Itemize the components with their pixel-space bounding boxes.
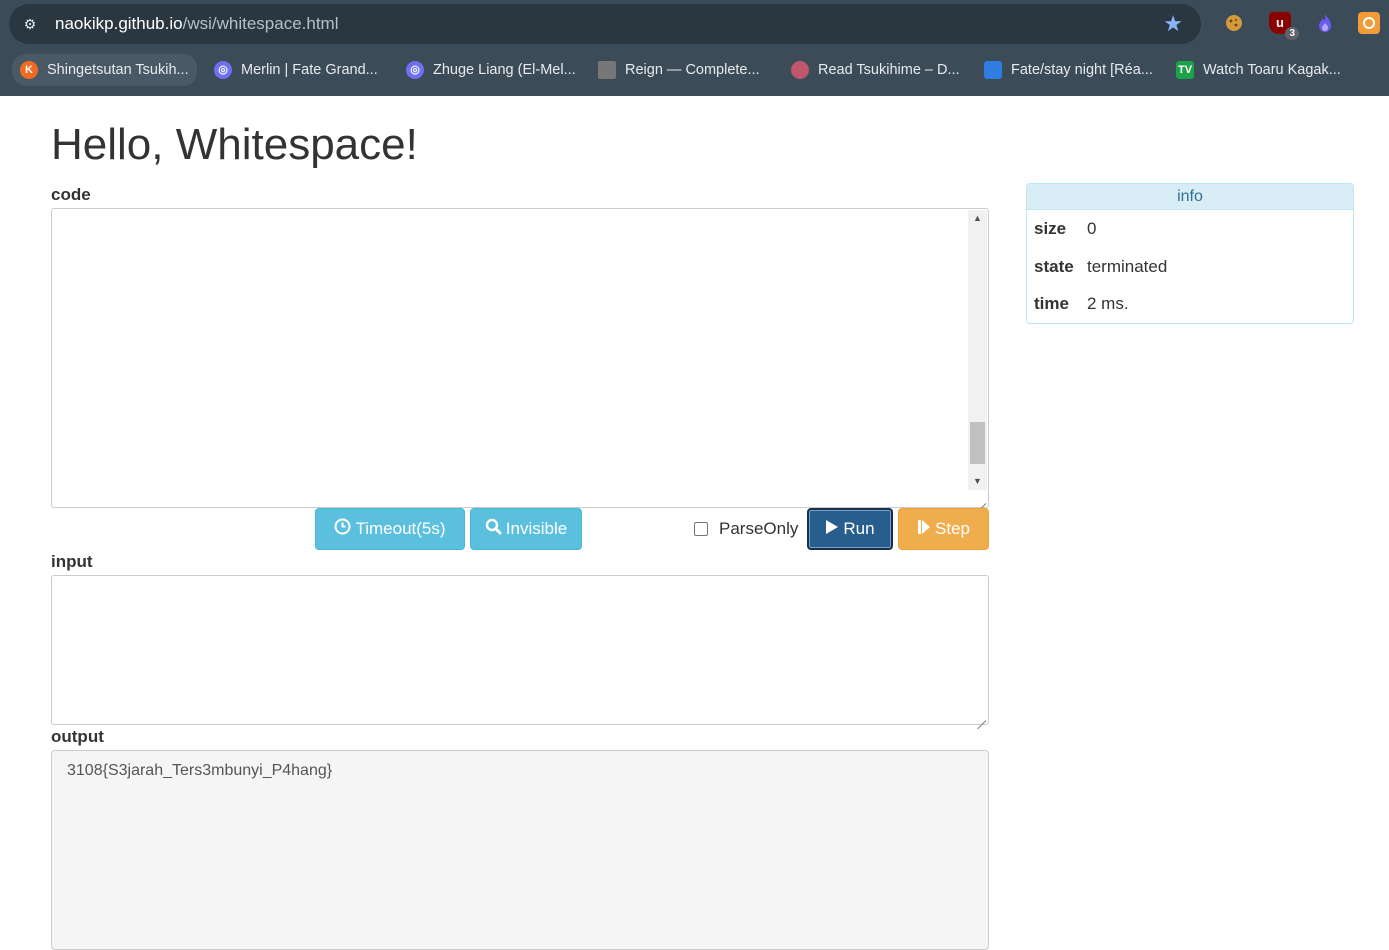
timeout-button-label: Timeout(5s): [355, 519, 446, 538]
bookmark-item[interactable]: Fate/stay night [Réa...: [976, 54, 1161, 86]
info-value: 0: [1087, 219, 1097, 238]
info-row-time: time 2 ms.: [1034, 294, 1129, 314]
bookmark-label: Read Tsukihime – D...: [818, 62, 960, 78]
resize-grip-icon[interactable]: [976, 712, 986, 722]
bookmark-favicon-icon: ◎: [406, 61, 424, 79]
invisible-button-label: Invisible: [505, 519, 568, 538]
page-title: Hello, Whitespace!: [51, 120, 418, 169]
step-button[interactable]: Step: [898, 508, 989, 550]
browser-toolbar: ⚙ naokikp.github.io/wsi/whitespace.html …: [0, 0, 1389, 96]
input-textarea[interactable]: [51, 575, 989, 725]
resize-grip-icon[interactable]: [976, 495, 986, 505]
bookmark-favicon-icon: TV: [1176, 61, 1194, 79]
output-label: output: [51, 727, 104, 746]
timeout-button[interactable]: Timeout(5s): [315, 508, 465, 550]
play-icon: [825, 519, 839, 540]
code-label: code: [51, 185, 91, 204]
bookmark-item[interactable]: ◎ Zhuge Liang (El-Mel...: [398, 54, 584, 86]
ublock-icon[interactable]: u3: [1269, 12, 1299, 40]
scroll-thumb[interactable]: [970, 422, 985, 464]
parse-only-label: ParseOnly: [719, 519, 799, 538]
parse-only-checkbox[interactable]: [694, 522, 708, 536]
bookmark-favicon-icon: [598, 61, 616, 79]
step-forward-icon: [917, 519, 931, 540]
output-box: 3108{S3jarah_Ters3mbunyi_P4hang}: [51, 750, 989, 950]
output-text: 3108{S3jarah_Ters3mbunyi_P4hang}: [67, 762, 333, 779]
info-value: 2 ms.: [1087, 294, 1129, 313]
bookmark-item[interactable]: Reign — Complete...: [590, 54, 768, 86]
url-text[interactable]: naokikp.github.io/wsi/whitespace.html: [55, 14, 338, 34]
cookie-icon[interactable]: [1223, 12, 1245, 34]
url-path: /wsi/whitespace.html: [182, 14, 339, 33]
bookmark-item[interactable]: K Shingetsutan Tsukih...: [12, 54, 197, 86]
bookmark-star-icon[interactable]: ★: [1163, 12, 1183, 36]
ublock-badge: 3: [1285, 27, 1299, 40]
bookmark-item[interactable]: ◎ Merlin | Fate Grand...: [206, 54, 386, 86]
scroll-up-icon[interactable]: ▲: [968, 210, 987, 227]
info-key: size: [1034, 219, 1067, 238]
bookmark-favicon-icon: K: [20, 61, 38, 79]
bookmark-favicon-icon: [984, 61, 1002, 79]
bookmark-favicon-icon: ◎: [214, 61, 232, 79]
scroll-down-icon[interactable]: ▼: [968, 473, 987, 490]
bookmark-item[interactable]: TV Watch Toaru Kagak...: [1168, 54, 1349, 86]
info-row-state: state terminated: [1034, 257, 1167, 277]
run-button[interactable]: Run: [807, 508, 893, 550]
bookmark-item[interactable]: Read Tsukihime – D...: [783, 54, 968, 86]
bookmark-label: Merlin | Fate Grand...: [241, 62, 378, 78]
parse-only-option[interactable]: ParseOnly: [694, 508, 798, 550]
info-key: state: [1034, 257, 1074, 276]
page-content: Hello, Whitespace! code ▲ ▼ Timeout(5s) …: [0, 96, 1389, 950]
info-row-size: size 0: [1034, 219, 1096, 239]
input-label: input: [51, 552, 93, 571]
bookmark-label: Zhuge Liang (El-Mel...: [433, 62, 576, 78]
url-host: naokikp.github.io: [55, 14, 183, 33]
bookmark-label: Fate/stay night [Réa...: [1011, 62, 1153, 78]
address-bar[interactable]: ⚙ naokikp.github.io/wsi/whitespace.html …: [9, 4, 1201, 44]
bookmark-favicon-icon: [791, 61, 809, 79]
info-key: time: [1034, 294, 1069, 313]
clock-icon: [334, 518, 351, 540]
search-icon: [485, 518, 502, 540]
bookmark-label: Shingetsutan Tsukih...: [47, 62, 189, 78]
bookmark-label: Watch Toaru Kagak...: [1203, 62, 1341, 78]
run-button-label: Run: [843, 519, 875, 538]
code-textarea[interactable]: ▲ ▼: [51, 208, 989, 508]
step-button-label: Step: [935, 519, 970, 538]
invisible-button[interactable]: Invisible: [470, 508, 582, 550]
site-settings-icon[interactable]: ⚙: [21, 15, 39, 33]
info-panel: info size 0 state terminated time 2 ms.: [1026, 183, 1354, 324]
code-scrollbar[interactable]: ▲ ▼: [968, 210, 987, 490]
info-value: terminated: [1087, 257, 1168, 276]
info-panel-heading: info: [1027, 184, 1353, 210]
bookmark-label: Reign — Complete...: [625, 62, 760, 78]
flame-icon[interactable]: [1314, 12, 1336, 34]
extension-icon[interactable]: [1358, 12, 1380, 34]
